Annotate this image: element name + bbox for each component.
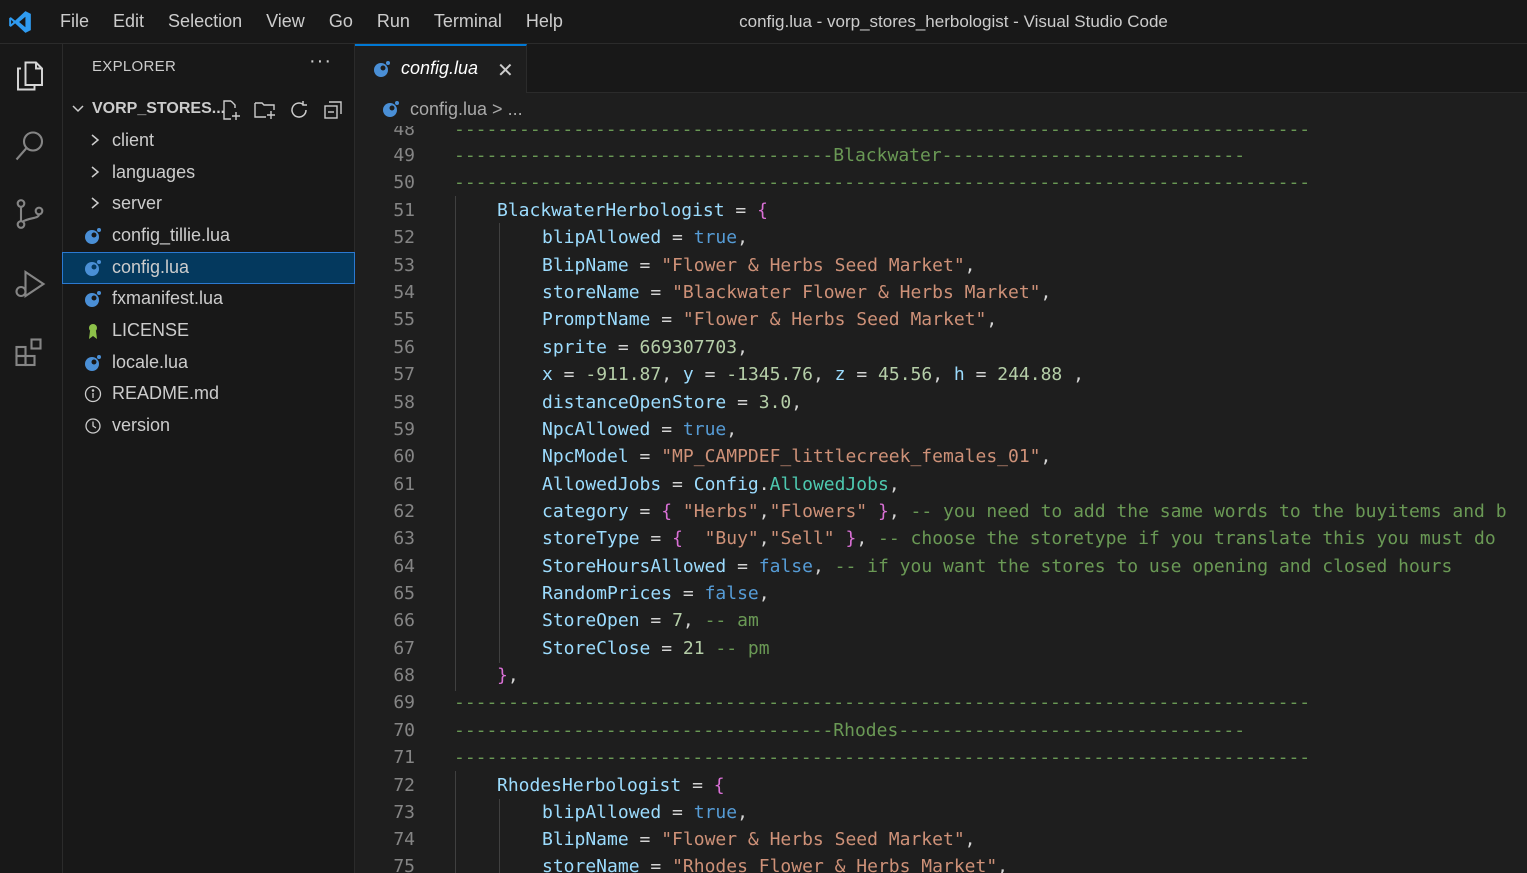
title-bar: File Edit Selection View Go Run Terminal… (0, 0, 1527, 44)
workspace-folder-header[interactable]: VORP_STORES... (63, 96, 354, 124)
lua-file-icon (84, 354, 102, 372)
tree-item-label: server (112, 193, 163, 213)
code-line: 61 AllowedJobs = Config.AllowedJobs, (393, 474, 900, 495)
code-line: 58 distanceOpenStore = 3.0, (393, 392, 803, 413)
tree-item-label: locale.lua (112, 352, 189, 372)
activity-bar (0, 44, 63, 873)
tree-file-license[interactable]: LICENSE (63, 316, 354, 346)
lua-file-icon (373, 60, 391, 83)
tree-file-version[interactable]: version (63, 411, 354, 441)
explorer-icon[interactable] (8, 54, 52, 98)
tree-folder-server[interactable]: server (63, 189, 354, 219)
menu-bar: File Edit Selection View Go Run Terminal… (48, 0, 575, 43)
breadcrumb: config.lua > ... (355, 93, 1527, 126)
code-line: 73 blipAllowed = true, (393, 802, 748, 823)
code-line: 71 --------------------------------------… (393, 747, 1311, 768)
tree-file-locale[interactable]: locale.lua (63, 348, 354, 378)
info-icon (84, 385, 102, 403)
code-line: 60 NpcModel = "MP_CAMPDEF_littlecreek_fem… (393, 446, 1052, 467)
chevron-down-icon (71, 102, 85, 121)
code-line: 69 --------------------------------------… (393, 692, 1311, 713)
code-line: 54 storeName = "Blackwater Flower & Herbs… (393, 282, 1052, 303)
menu-go[interactable]: Go (317, 0, 365, 43)
menu-file[interactable]: File (48, 0, 101, 43)
code-line: 66 StoreOpen = 7, -- am (393, 610, 759, 631)
code-line: 74 BlipName = "Flower & Herbs Seed Market… (393, 829, 976, 850)
code-line: 48 --------------------------------------… (393, 126, 1311, 140)
code-line: 75 storeName = "Rhodes Flower & Herbs Mar… (393, 856, 1009, 873)
workspace-folder-name: VORP_STORES... (92, 100, 226, 117)
menu-run[interactable]: Run (365, 0, 422, 43)
code-line: 68}, (393, 665, 519, 686)
vscode-logo-icon (2, 0, 38, 43)
menu-terminal[interactable]: Terminal (422, 0, 514, 43)
search-icon[interactable] (8, 124, 52, 168)
code-line: 72 RhodesHerbologist = { (393, 775, 725, 796)
tree-item-label: LICENSE (112, 320, 190, 340)
run-debug-icon[interactable] (8, 262, 52, 306)
breadcrumb-path[interactable]: config.lua > ... (410, 99, 523, 120)
lua-file-icon (84, 259, 102, 277)
license-icon (84, 322, 102, 340)
tree-file-config[interactable]: config.lua (62, 252, 355, 284)
source-control-icon[interactable] (8, 192, 52, 236)
code-line: 70 -----------------------------------Rho… (393, 720, 1246, 741)
tree-item-label: fxmanifest.lua (112, 288, 224, 308)
code-editor[interactable]: 48 --------------------------------------… (355, 126, 1527, 873)
tree-item-label: config_tillie.lua (112, 225, 231, 245)
close-icon[interactable]: ✕ (497, 58, 514, 83)
more-actions-icon[interactable]: ··· (309, 50, 332, 73)
code-line: 59 NpcAllowed = true, (393, 419, 738, 440)
tree-file-readme[interactable]: README.md (63, 379, 354, 409)
lua-file-icon (84, 227, 102, 245)
menu-selection[interactable]: Selection (156, 0, 254, 43)
tree-folder-languages[interactable]: languages (63, 158, 354, 188)
clock-icon (84, 417, 102, 435)
code-line: 50 --------------------------------------… (393, 172, 1311, 193)
chevron-right-icon (89, 165, 101, 184)
chevron-right-icon (89, 196, 101, 215)
menu-edit[interactable]: Edit (101, 0, 156, 43)
code-line: 62 category = { "Herbs","Flowers" }, -- y… (393, 501, 1507, 522)
lua-file-icon (84, 290, 102, 308)
folder-actions (219, 98, 345, 127)
editor-tabs: config.lua ✕ (355, 44, 1527, 93)
collapse-all-icon[interactable] (321, 98, 345, 127)
new-file-icon[interactable] (219, 98, 243, 127)
chevron-right-icon (89, 133, 101, 152)
code-line: 63 storeType = { "Buy","Sell" }, -- choos… (393, 528, 1496, 549)
menu-help[interactable]: Help (514, 0, 575, 43)
code-line: 67 StoreClose = 21 -- pm (393, 638, 770, 659)
new-folder-icon[interactable] (253, 98, 277, 127)
tree-file-fxmanifest[interactable]: fxmanifest.lua (63, 284, 354, 314)
tree-item-label: client (112, 130, 155, 150)
code-line: 55 PromptName = "Flower & Herbs Seed Mark… (393, 309, 998, 330)
explorer-sidebar: EXPLORER ··· VORP_STORES... client langu… (62, 44, 355, 873)
explorer-title: EXPLORER (92, 58, 177, 75)
code-line: 64 StoreHoursAllowed = false, -- if you w… (393, 556, 1453, 577)
lua-file-icon (382, 100, 400, 123)
tree-item-label: README.md (112, 383, 220, 403)
tree-folder-client[interactable]: client (63, 126, 354, 156)
code-line: 49 -----------------------------------Bla… (393, 145, 1246, 166)
code-line: 65 RandomPrices = false, (393, 583, 770, 604)
menu-view[interactable]: View (254, 0, 317, 43)
tree-file-config-tillie[interactable]: config_tillie.lua (63, 221, 354, 251)
refresh-icon[interactable] (287, 98, 311, 127)
code-line: 56 sprite = 669307703, (393, 337, 748, 358)
tree-item-label: config.lua (112, 257, 190, 277)
tree-item-label: languages (112, 162, 196, 182)
code-line: 51 BlackwaterHerbologist = { (393, 200, 768, 221)
tab-config-lua[interactable]: config.lua ✕ (355, 44, 527, 93)
tree-item-label: version (112, 415, 171, 435)
code-line: 53 BlipName = "Flower & Herbs Seed Market… (393, 255, 976, 276)
code-line: 52 blipAllowed = true, (393, 227, 748, 248)
code-line: 57 x = -911.87, y = -1345.76, z = 45.56, … (393, 364, 1084, 385)
extensions-icon[interactable] (8, 331, 52, 375)
tab-label: config.lua (401, 58, 479, 78)
